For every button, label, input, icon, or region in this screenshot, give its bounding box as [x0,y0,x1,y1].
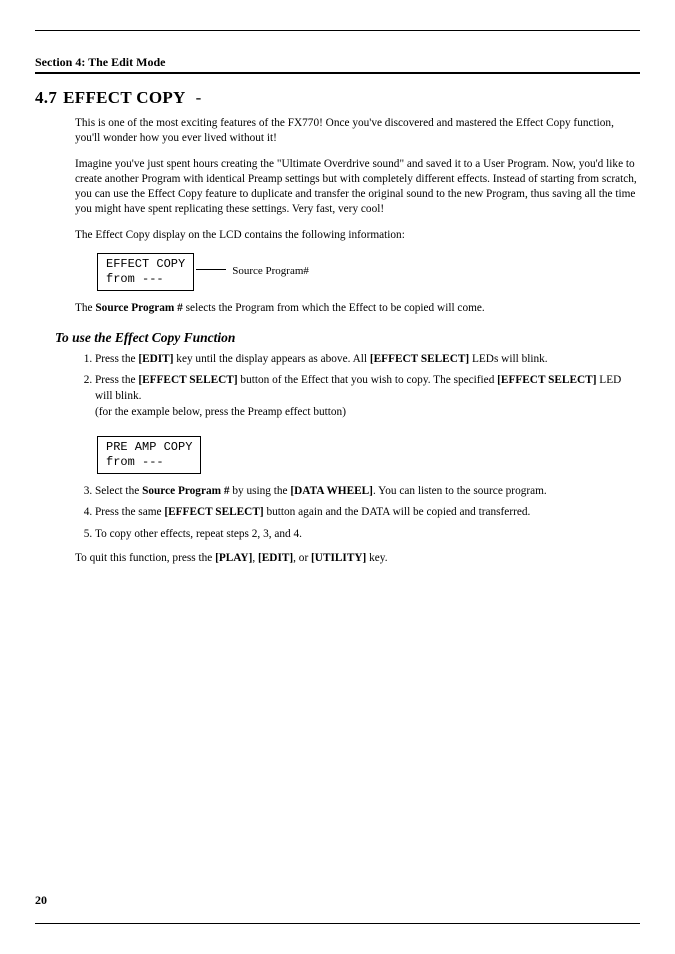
bold: [EFFECT SELECT] [138,374,237,386]
text: button of the Effect that you wish to co… [238,374,498,386]
step-5: To copy other effects, repeat steps 2, 3… [95,527,640,542]
bold: [EFFECT SELECT] [164,506,263,518]
bold: [DATA WHEEL] [290,485,373,497]
text: key. [366,552,387,564]
text: , or [293,552,311,564]
bold: Source Program # [95,302,182,314]
bold: [EFFECT SELECT] [370,353,469,365]
section-header: Section 4: The Edit Mode [35,55,640,74]
bold: Source Program # [142,485,229,497]
bottom-rule [35,923,640,924]
text: To quit this function, press the [75,552,215,564]
text: Press the same [95,506,164,518]
lcd-line: EFFECT COPY [106,257,185,272]
step-3: Select the Source Program # by using the… [95,484,640,499]
leader-line [196,269,226,270]
closing-paragraph: To quit this function, press the [PLAY],… [75,552,640,564]
paragraph-2: Imagine you've just spent hours creating… [75,157,640,218]
page-number: 20 [35,893,47,908]
text: Select the [95,485,142,497]
heading-number: 4.7 [35,88,57,108]
text: Press the [95,374,138,386]
paragraph-3: The Effect Copy display on the LCD conta… [75,228,640,243]
text: Press the [95,353,138,365]
text: key until the display appears as above. … [173,353,369,365]
lcd-line: from --- [106,272,185,287]
bold: [UTILITY] [311,552,366,564]
lcd-line-text: from --- [106,272,164,287]
lcd-line: from --- [106,455,192,470]
paragraph-4: The Source Program # selects the Program… [75,301,640,316]
body-block: This is one of the most exciting feature… [75,116,640,316]
text: button again and the DATA will be copied… [264,506,531,518]
text: LEDs will blink. [469,353,547,365]
lcd-display-2: PRE AMP COPY from --- [97,436,201,474]
lcd-line: PRE AMP COPY [106,440,192,455]
heading-dash: - [196,88,202,108]
bold: [EDIT] [138,353,173,365]
steps-list: Press the [EDIT] key until the display a… [75,352,640,420]
page: Section 4: The Edit Mode 4.7 EFFECT COPY… [0,0,675,954]
text: selects the Program from which the Effec… [183,302,485,314]
step-4: Press the same [EFFECT SELECT] button ag… [95,505,640,520]
lcd-annotation: Source Program# [232,264,309,279]
step-2: Press the [EFFECT SELECT] button of the … [95,373,640,420]
section-heading: 4.7 EFFECT COPY - [35,88,640,108]
steps-list-cont: Select the Source Program # by using the… [75,484,640,542]
lcd-display-1: EFFECT COPY from --- [97,253,194,291]
step-1: Press the [EDIT] key until the display a… [95,352,640,367]
heading-title: EFFECT COPY [63,88,185,108]
bold: [EFFECT SELECT] [497,374,596,386]
step-2-sub: (for the example below, press the Preamp… [95,405,640,420]
paragraph-1: This is one of the most exciting feature… [75,116,640,147]
subheading: To use the Effect Copy Function [55,330,640,346]
bold: [EDIT] [258,552,293,564]
text: by using the [230,485,291,497]
lcd-display-1-row: EFFECT COPY from --- Source Program# [75,253,640,291]
top-rule [35,30,640,31]
bold: [PLAY] [215,552,252,564]
text: The [75,302,95,314]
text: . You can listen to the source program. [373,485,547,497]
